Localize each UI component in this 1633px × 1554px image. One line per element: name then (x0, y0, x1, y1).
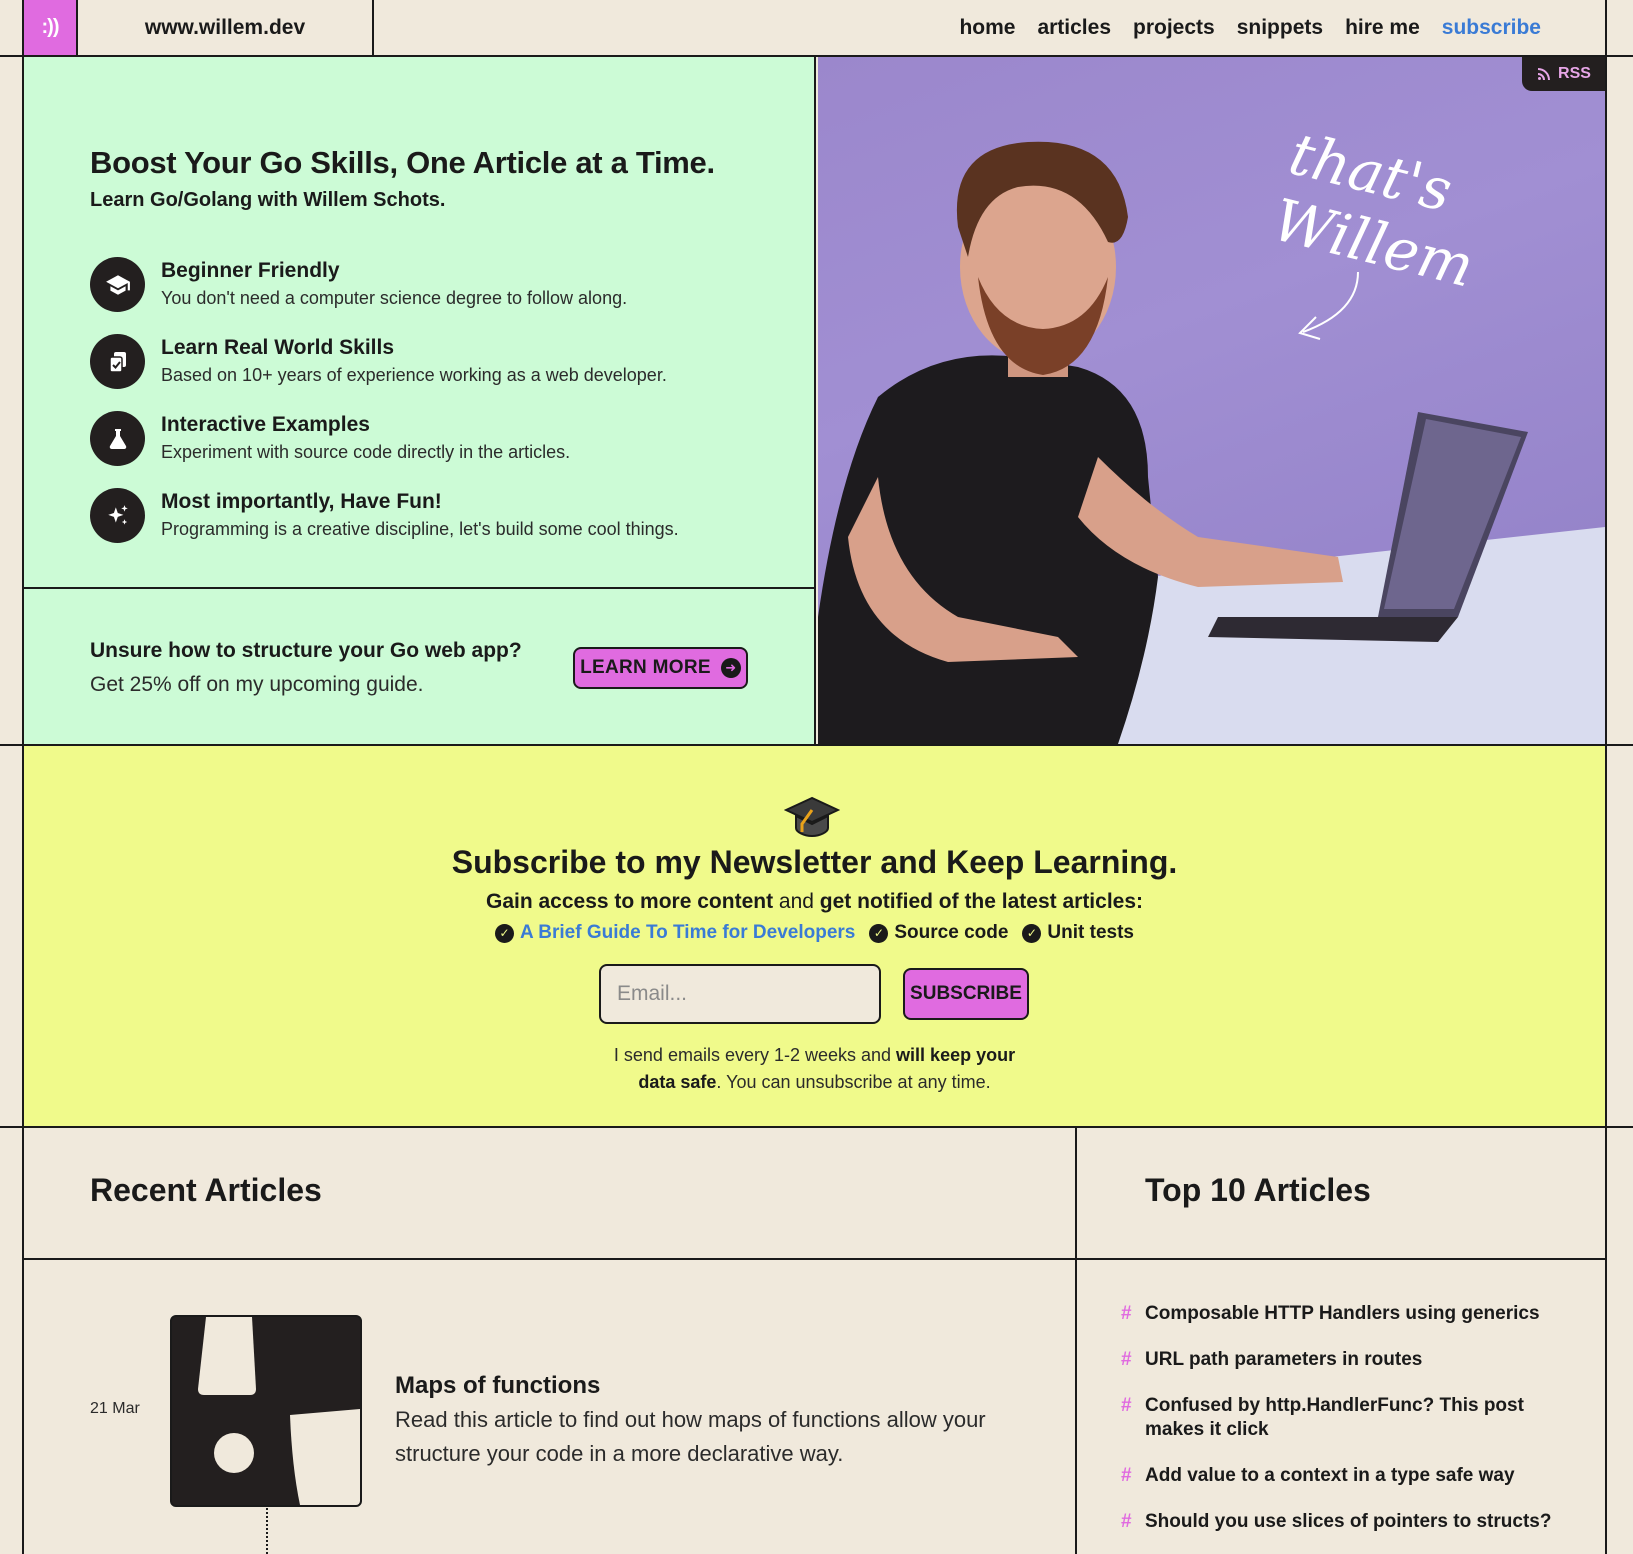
hash-icon: # (1121, 1303, 1132, 1324)
feature-list: Beginner Friendly You don't need a compu… (90, 257, 679, 565)
top-article-item[interactable]: # Add value to a context in a type safe w… (1121, 1464, 1561, 1488)
feature-item: Most importantly, Have Fun! Programming … (90, 488, 679, 543)
rss-label: RSS (1558, 65, 1591, 82)
main-nav: home articles projects snippets hire me … (959, 0, 1541, 55)
subscribe-button[interactable]: SUBSCRIBE (903, 968, 1029, 1020)
hash-icon: # (1121, 1511, 1132, 1532)
hero-intro: Boost Your Go Skills, One Article at a T… (24, 57, 816, 744)
top-article-item[interactable]: # Should you use slices of pointers to st… (1121, 1510, 1561, 1534)
timeline-connector (266, 1508, 268, 1554)
top-articles-heading: Top 10 Articles (1145, 1172, 1371, 1208)
top-articles-list: # Composable HTTP Handlers using generics… (1079, 1260, 1605, 1554)
perk-item: ✓ Unit tests (1022, 922, 1134, 944)
recent-articles-list: 21 Mar Maps of functions Read this artic… (24, 1260, 1077, 1554)
top-article-link[interactable]: Confused by http.HandlerFunc? This post … (1145, 1394, 1561, 1442)
portrait-illustration (818, 141, 1605, 744)
article-date: 21 Mar (90, 1400, 140, 1417)
feature-item: Learn Real World Skills Based on 10+ yea… (90, 334, 679, 389)
nav-home[interactable]: home (959, 16, 1015, 40)
newsletter-perks: ✓ A Brief Guide To Time for Developers ✓… (24, 922, 1605, 944)
top-articles-header: Top 10 Articles (1079, 1128, 1605, 1258)
nav-subscribe[interactable]: subscribe (1442, 16, 1541, 40)
sparkles-icon (90, 488, 145, 543)
graduation-cap-icon (90, 257, 145, 312)
promo-desc: Get 25% off on my upcoming guide. (90, 673, 424, 696)
top-article-item[interactable]: # Confused by http.HandlerFunc? This post… (1121, 1394, 1561, 1442)
newsletter-note: I send emails every 1-2 weeks and will k… (613, 1045, 1016, 1092)
article-title[interactable]: Maps of functions (395, 1372, 600, 1400)
top-article-link[interactable]: Composable HTTP Handlers using generics (1145, 1302, 1540, 1326)
check-circle-icon: ✓ (869, 923, 889, 943)
article-desc: Read this article to find out how maps o… (395, 1407, 986, 1466)
perk-link[interactable]: A Brief Guide To Time for Developers (520, 922, 855, 944)
grid-line-right (1605, 0, 1607, 1554)
promo-question: Unsure how to structure your Go web app? (90, 639, 522, 662)
email-field[interactable] (599, 964, 881, 1024)
rss-link[interactable]: RSS (1522, 57, 1605, 91)
newsletter-section: Subscribe to my Newsletter and Keep Lear… (24, 746, 1605, 1126)
check-circle-icon: ✓ (494, 923, 514, 943)
nav-projects[interactable]: projects (1133, 16, 1215, 40)
arrow-down-left-icon (1298, 271, 1359, 340)
feature-title: Beginner Friendly (161, 259, 340, 282)
nav-articles[interactable]: articles (1037, 16, 1111, 40)
hero-title: Boost Your Go Skills, One Article at a T… (90, 145, 715, 180)
feature-item: Beginner Friendly You don't need a compu… (90, 257, 679, 312)
site-header: :)) www.willem.dev home articles project… (0, 0, 1633, 55)
top-article-item[interactable]: # URL path parameters in routes (1121, 1348, 1561, 1372)
recent-articles-heading: Recent Articles (90, 1172, 322, 1208)
feature-title: Most importantly, Have Fun! (161, 490, 442, 513)
feature-desc: Experiment with source code directly in … (161, 442, 571, 462)
learn-more-label: LEARN MORE (580, 657, 711, 678)
learn-more-button[interactable]: LEARN MORE ➜ (573, 647, 748, 689)
feature-title: Learn Real World Skills (161, 336, 395, 359)
hash-icon: # (1121, 1395, 1132, 1416)
newsletter-title: Subscribe to my Newsletter and Keep Lear… (451, 844, 1178, 880)
graduation-cap-icon (784, 796, 840, 838)
top-article-item[interactable]: # Composable HTTP Handlers using generics (1121, 1302, 1561, 1326)
hash-icon: # (1121, 1349, 1132, 1370)
perk-item[interactable]: ✓ A Brief Guide To Time for Developers (494, 922, 855, 944)
perk-item: ✓ Source code (869, 922, 1008, 944)
rss-icon (1538, 68, 1551, 80)
top-article-link[interactable]: Should you use slices of pointers to str… (1145, 1510, 1551, 1534)
feature-title: Interactive Examples (161, 413, 370, 436)
hero-subtitle: Learn Go/Golang with Willem Schots. (90, 189, 446, 211)
check-circle-icon: ✓ (1022, 923, 1042, 943)
site-logo[interactable]: :)) (24, 0, 78, 55)
top-article-link[interactable]: URL path parameters in routes (1145, 1348, 1422, 1372)
copy-check-icon (90, 334, 145, 389)
nav-hire-me[interactable]: hire me (1345, 16, 1420, 40)
perk-label: Unit tests (1047, 922, 1134, 943)
feature-desc: Based on 10+ years of experience working… (161, 365, 667, 385)
article-thumbnail[interactable] (170, 1315, 362, 1507)
recent-articles-header: Recent Articles (24, 1128, 1077, 1258)
top-article-link[interactable]: Add value to a context in a type safe wa… (1145, 1464, 1515, 1488)
newsletter-subtitle: Gain access to more content and get noti… (485, 890, 1144, 913)
feature-desc: You don't need a computer science degree… (161, 288, 628, 308)
hero-photo: RSS that's Willem (818, 57, 1605, 744)
feature-item: Interactive Examples Experiment with sou… (90, 411, 679, 466)
hero-divider (24, 587, 816, 589)
flask-icon (90, 411, 145, 466)
site-name-link[interactable]: www.willem.dev (78, 0, 374, 55)
article-thumbnail-art (198, 1317, 360, 1505)
hash-icon: # (1121, 1465, 1132, 1486)
nav-snippets[interactable]: snippets (1237, 16, 1323, 40)
arrow-right-icon: ➜ (720, 658, 741, 678)
feature-desc: Programming is a creative discipline, le… (161, 519, 679, 539)
perk-label: Source code (894, 922, 1009, 943)
